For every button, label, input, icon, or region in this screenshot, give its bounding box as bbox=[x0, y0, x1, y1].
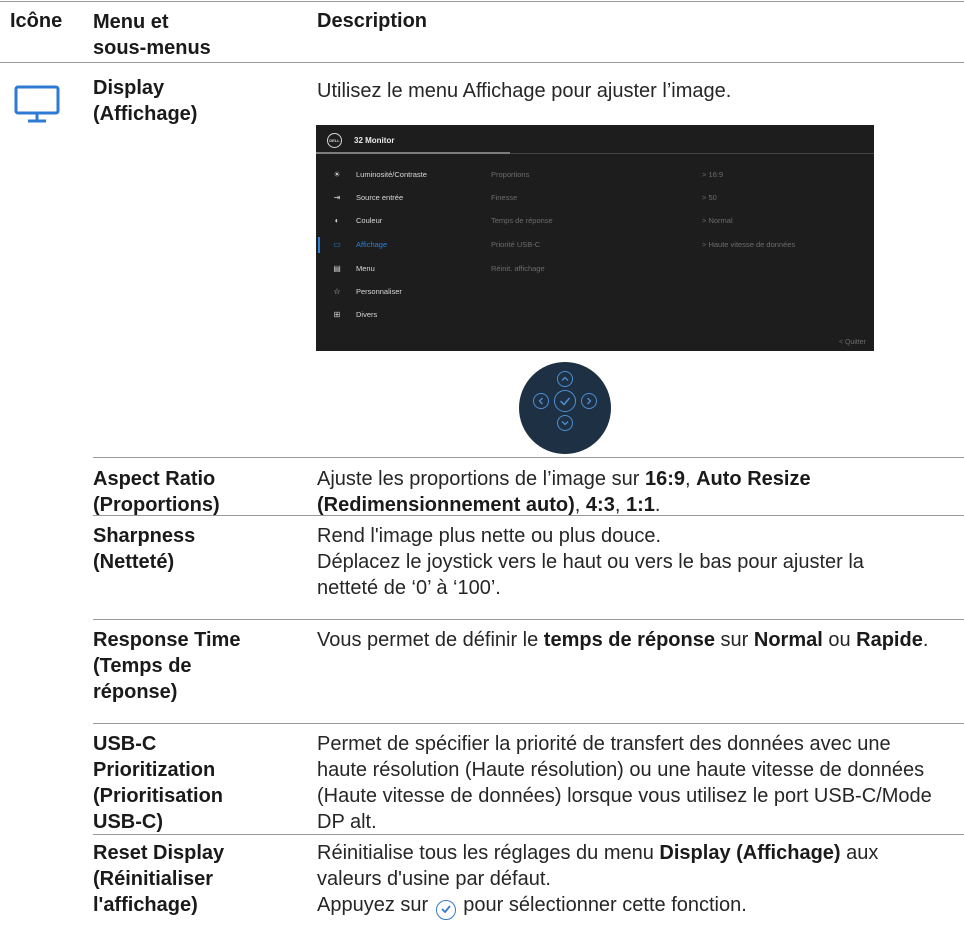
osd-value-response: > Normal bbox=[702, 216, 733, 225]
osd-menu-item-color[interactable]: ◐ Couleur bbox=[330, 213, 510, 229]
aspect-ratio-desc: Ajuste les proportions de l’image sur 16… bbox=[317, 468, 811, 516]
usbc-prioritization-term: USB-C Prioritization (Prioritisation USB… bbox=[93, 733, 224, 833]
osd-menu-label: Affichage bbox=[356, 240, 388, 249]
aspect-ratio-term: Aspect Ratio (Proportions) bbox=[93, 468, 220, 516]
brightness-icon: ☀ bbox=[333, 170, 341, 179]
joystick-left-icon bbox=[533, 393, 549, 409]
row-rule-response bbox=[93, 619, 964, 620]
osd-quit[interactable]: < Quitter bbox=[839, 339, 866, 346]
others-icon: ⊞ bbox=[333, 310, 341, 319]
header-desc-col: Description bbox=[317, 10, 428, 32]
row-rule-aspect bbox=[93, 457, 964, 458]
response-time-term: Response Time (Temps de réponse) bbox=[93, 629, 241, 703]
top-rule bbox=[0, 1, 964, 2]
input-source-icon: ⇥ bbox=[333, 193, 341, 202]
header-menu-col: Menu et sous-menus bbox=[93, 11, 211, 59]
osd-submenu-reset[interactable]: Réinit. affichage bbox=[491, 261, 691, 277]
osd-submenu-usbc[interactable]: Priorité USB-C bbox=[491, 237, 691, 253]
osd-menu-item-others[interactable]: ⊞ Divers bbox=[330, 307, 510, 323]
osd-value-aspect: > 16:9 bbox=[702, 170, 724, 179]
joystick-center-check-icon bbox=[554, 390, 576, 412]
osd-menu-item-input-source[interactable]: ⇥ Source entrée bbox=[330, 190, 510, 206]
osd-menu-label: Divers bbox=[356, 310, 378, 319]
osd-menu-label: Luminosité/Contraste bbox=[356, 170, 427, 179]
reset-display-term: Reset Display (Réinitialiser l'affichage… bbox=[93, 842, 225, 916]
osd-divider-highlight bbox=[316, 152, 510, 154]
osd-value-usbc: > Haute vitesse de données bbox=[702, 240, 796, 249]
osd-menu-item-menu[interactable]: ▤ Menu bbox=[330, 261, 510, 277]
color-icon: ◐ bbox=[334, 216, 340, 225]
osd-title: 32 Monitor bbox=[354, 136, 395, 145]
osd-menu-item-personalize[interactable]: ☆ Personnaliser bbox=[330, 284, 510, 300]
monitor-icon bbox=[13, 85, 63, 125]
header-icon-col: Icône bbox=[10, 10, 63, 32]
response-time-desc: Vous permet de définir le temps de répon… bbox=[317, 629, 929, 651]
osd-submenu-response[interactable]: Temps de réponse bbox=[491, 213, 691, 229]
osd-menu-label: Source entrée bbox=[356, 193, 404, 202]
osd-submenu-aspect[interactable]: Proportions bbox=[491, 167, 691, 183]
star-icon: ☆ bbox=[333, 287, 341, 296]
osd-screenshot: DELL 32 Monitor ☀ Luminosité/Contraste ⇥… bbox=[316, 125, 874, 351]
usbc-prioritization-desc: Permet de spécifier la priorité de trans… bbox=[317, 733, 932, 833]
osd-menu-item-brightness[interactable]: ☀ Luminosité/Contraste bbox=[330, 167, 510, 183]
display-icon: ▭ bbox=[333, 240, 341, 249]
sharpness-term: Sharpness (Netteté) bbox=[93, 525, 196, 573]
joystick-right-icon bbox=[581, 393, 597, 409]
osd-menu-label: Couleur bbox=[356, 216, 383, 225]
osd-value-sharpness: > 50 bbox=[702, 193, 717, 202]
row-rule-usbc bbox=[93, 723, 964, 724]
reset-display-desc: Réinitialise tous les réglages du menu D… bbox=[317, 840, 917, 920]
joystick-down-icon bbox=[557, 415, 573, 431]
menu-icon: ▤ bbox=[333, 264, 341, 273]
osd-active-indicator bbox=[318, 237, 320, 253]
joystick-diagram bbox=[519, 362, 611, 454]
osd-submenu-sharpness[interactable]: Finesse bbox=[491, 190, 691, 206]
osd-menu-label: Menu bbox=[356, 264, 375, 273]
dell-logo: DELL bbox=[327, 133, 342, 148]
joystick-up-icon bbox=[557, 371, 573, 387]
display-desc: Utilisez le menu Affichage pour ajuster … bbox=[317, 80, 732, 102]
checkmark-circle-icon bbox=[435, 900, 456, 920]
osd-menu-item-display[interactable]: ▭ Affichage bbox=[330, 237, 510, 253]
osd-menu-label: Personnaliser bbox=[356, 287, 402, 296]
display-term: Display (Affichage) bbox=[93, 77, 198, 125]
header-rule bbox=[0, 62, 964, 63]
sharpness-desc: Rend l'image plus nette ou plus douce. D… bbox=[317, 525, 864, 599]
